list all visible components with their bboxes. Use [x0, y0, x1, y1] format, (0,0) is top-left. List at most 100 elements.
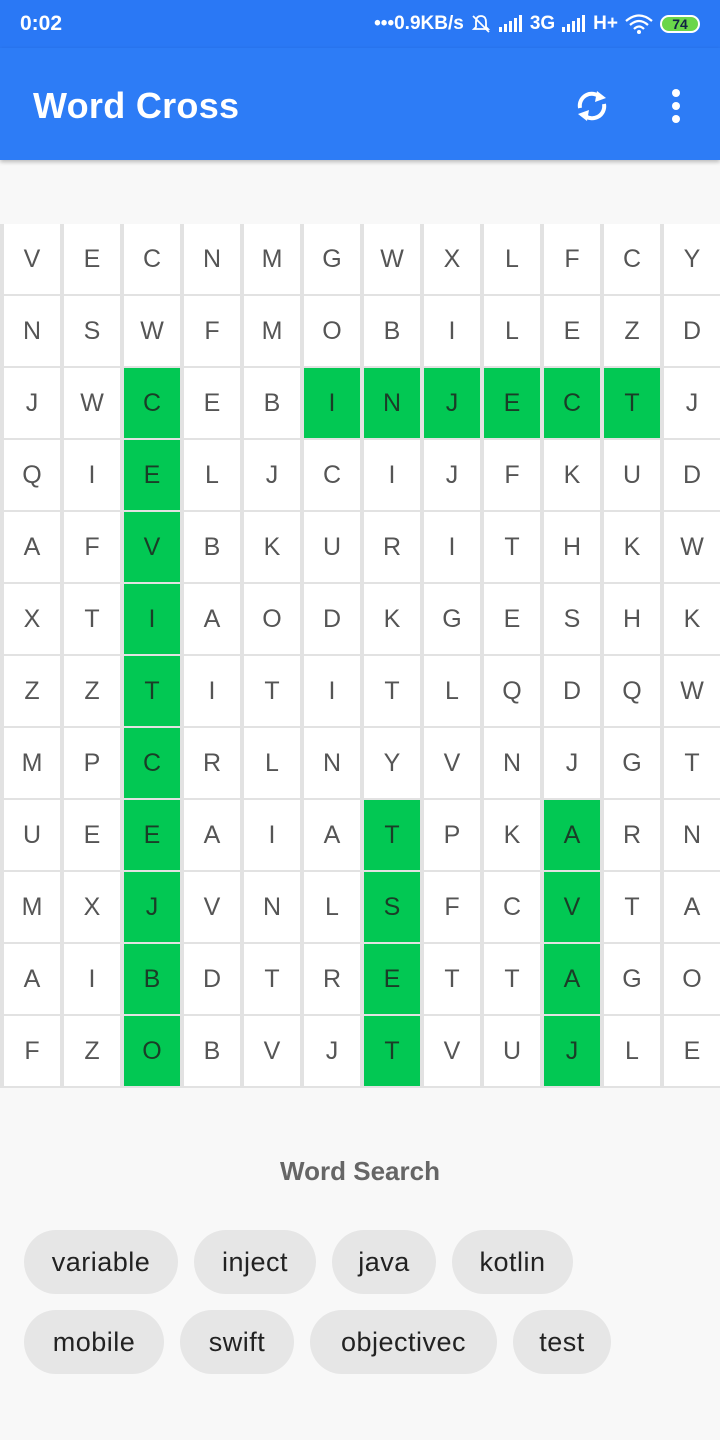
word-chip[interactable]: test	[513, 1310, 611, 1374]
word-chip[interactable]: swift	[180, 1310, 294, 1374]
grid-cell[interactable]: X	[424, 224, 480, 294]
grid-cell[interactable]: E	[484, 584, 540, 654]
grid-cell[interactable]: T	[364, 800, 420, 870]
grid-cell[interactable]: F	[424, 872, 480, 942]
word-grid[interactable]: VECNMGWXLFCYNSWFMOBILEZDJWCEBINJECTJQIEL…	[0, 224, 720, 1088]
grid-cell[interactable]: K	[544, 440, 600, 510]
grid-cell[interactable]: A	[304, 800, 360, 870]
grid-cell[interactable]: G	[604, 944, 660, 1014]
grid-cell[interactable]: I	[424, 512, 480, 582]
grid-cell[interactable]: Z	[64, 1016, 120, 1086]
grid-cell[interactable]: N	[664, 800, 720, 870]
grid-cell[interactable]: M	[4, 872, 60, 942]
grid-cell[interactable]: M	[244, 296, 300, 366]
grid-cell[interactable]: E	[64, 224, 120, 294]
grid-cell[interactable]: T	[484, 944, 540, 1014]
grid-cell[interactable]: H	[544, 512, 600, 582]
grid-cell[interactable]: N	[484, 728, 540, 798]
grid-cell[interactable]: A	[664, 872, 720, 942]
grid-cell[interactable]: W	[664, 512, 720, 582]
grid-cell[interactable]: M	[4, 728, 60, 798]
grid-cell[interactable]: J	[4, 368, 60, 438]
grid-cell[interactable]: I	[424, 296, 480, 366]
grid-cell[interactable]: J	[244, 440, 300, 510]
word-chip[interactable]: objectivec	[310, 1310, 497, 1374]
grid-cell[interactable]: V	[544, 872, 600, 942]
grid-cell[interactable]: N	[364, 368, 420, 438]
word-chip[interactable]: java	[332, 1230, 436, 1294]
grid-cell[interactable]: K	[484, 800, 540, 870]
grid-cell[interactable]: E	[64, 800, 120, 870]
grid-cell[interactable]: P	[424, 800, 480, 870]
grid-cell[interactable]: B	[244, 368, 300, 438]
grid-cell[interactable]: L	[424, 656, 480, 726]
grid-cell[interactable]: M	[244, 224, 300, 294]
grid-cell[interactable]: O	[244, 584, 300, 654]
grid-cell[interactable]: J	[424, 440, 480, 510]
grid-cell[interactable]: J	[544, 728, 600, 798]
grid-cell[interactable]: T	[664, 728, 720, 798]
grid-cell[interactable]: A	[544, 944, 600, 1014]
grid-cell[interactable]: S	[364, 872, 420, 942]
grid-cell[interactable]: E	[484, 368, 540, 438]
grid-cell[interactable]: T	[124, 656, 180, 726]
more-options-button[interactable]	[656, 80, 696, 132]
grid-cell[interactable]: T	[244, 944, 300, 1014]
grid-cell[interactable]: O	[124, 1016, 180, 1086]
grid-cell[interactable]: O	[304, 296, 360, 366]
grid-cell[interactable]: F	[544, 224, 600, 294]
grid-cell[interactable]: Q	[604, 656, 660, 726]
grid-cell[interactable]: C	[124, 368, 180, 438]
grid-cell[interactable]: D	[184, 944, 240, 1014]
grid-cell[interactable]: U	[484, 1016, 540, 1086]
grid-cell[interactable]: J	[544, 1016, 600, 1086]
grid-cell[interactable]: V	[4, 224, 60, 294]
grid-cell[interactable]: R	[184, 728, 240, 798]
word-chip[interactable]: variable	[24, 1230, 178, 1294]
grid-cell[interactable]: C	[604, 224, 660, 294]
grid-cell[interactable]: T	[364, 656, 420, 726]
grid-cell[interactable]: A	[4, 512, 60, 582]
grid-cell[interactable]: I	[304, 656, 360, 726]
grid-cell[interactable]: F	[4, 1016, 60, 1086]
grid-cell[interactable]: R	[604, 800, 660, 870]
grid-cell[interactable]: G	[604, 728, 660, 798]
grid-cell[interactable]: W	[124, 296, 180, 366]
grid-cell[interactable]: A	[544, 800, 600, 870]
grid-cell[interactable]: V	[244, 1016, 300, 1086]
grid-cell[interactable]: E	[184, 368, 240, 438]
grid-cell[interactable]: C	[484, 872, 540, 942]
grid-cell[interactable]: P	[64, 728, 120, 798]
grid-cell[interactable]: N	[4, 296, 60, 366]
grid-cell[interactable]: F	[184, 296, 240, 366]
grid-cell[interactable]: B	[184, 512, 240, 582]
grid-cell[interactable]: C	[124, 224, 180, 294]
word-chip[interactable]: mobile	[24, 1310, 164, 1374]
grid-cell[interactable]: N	[304, 728, 360, 798]
grid-cell[interactable]: O	[664, 944, 720, 1014]
grid-cell[interactable]: V	[184, 872, 240, 942]
grid-cell[interactable]: G	[424, 584, 480, 654]
grid-cell[interactable]: J	[664, 368, 720, 438]
grid-cell[interactable]: X	[4, 584, 60, 654]
grid-cell[interactable]: W	[664, 656, 720, 726]
grid-cell[interactable]: I	[364, 440, 420, 510]
grid-cell[interactable]: I	[304, 368, 360, 438]
grid-cell[interactable]: D	[664, 296, 720, 366]
grid-cell[interactable]: U	[604, 440, 660, 510]
grid-cell[interactable]: V	[424, 728, 480, 798]
grid-cell[interactable]: F	[64, 512, 120, 582]
grid-cell[interactable]: T	[484, 512, 540, 582]
grid-cell[interactable]: F	[484, 440, 540, 510]
grid-cell[interactable]: A	[4, 944, 60, 1014]
grid-cell[interactable]: Z	[4, 656, 60, 726]
refresh-button[interactable]	[566, 80, 618, 132]
grid-cell[interactable]: K	[604, 512, 660, 582]
grid-cell[interactable]: D	[664, 440, 720, 510]
grid-cell[interactable]: U	[304, 512, 360, 582]
grid-cell[interactable]: E	[664, 1016, 720, 1086]
grid-cell[interactable]: I	[64, 944, 120, 1014]
grid-cell[interactable]: E	[124, 800, 180, 870]
grid-cell[interactable]: S	[64, 296, 120, 366]
grid-cell[interactable]: L	[604, 1016, 660, 1086]
